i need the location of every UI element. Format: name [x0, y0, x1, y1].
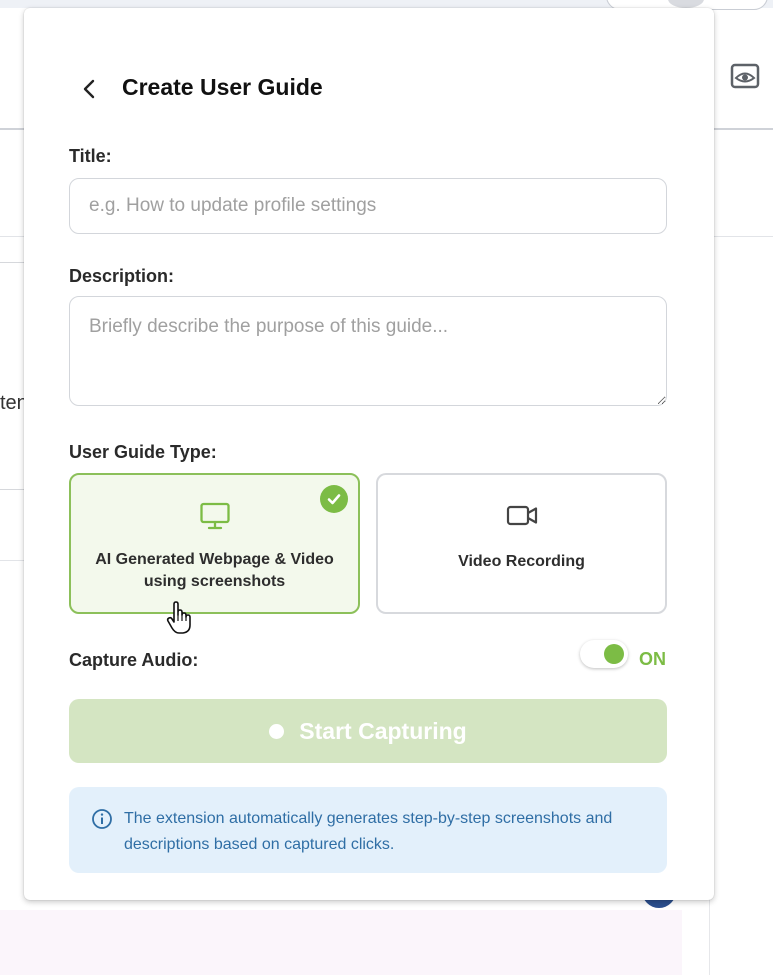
guide-type-ai-generated-card[interactable]: AI Generated Webpage & Video using scree…: [69, 473, 360, 614]
start-capturing-button[interactable]: Start Capturing: [69, 699, 667, 763]
hand-cursor-icon: [166, 601, 191, 634]
info-text: The extension automatically generates st…: [124, 810, 613, 853]
description-label: Description:: [69, 266, 175, 286]
selected-check-icon: [320, 485, 348, 513]
page-title: Create User Guide: [122, 74, 323, 100]
back-button[interactable]: [76, 76, 102, 102]
guide-type-video-label: Video Recording: [458, 553, 585, 570]
guide-type-ai-label: AI Generated Webpage & Video using scree…: [95, 551, 334, 590]
info-notice: The extension automatically generates st…: [69, 787, 667, 873]
toggle-knob: [604, 644, 624, 664]
info-icon: [92, 809, 112, 829]
monitor-icon: [199, 502, 230, 530]
capture-audio-label: Capture Audio:: [69, 650, 199, 670]
chevron-left-icon: [83, 79, 95, 99]
guide-type-label: User Guide Type:: [69, 442, 217, 462]
guide-type-video-recording-card[interactable]: Video Recording: [376, 473, 667, 614]
eye-icon[interactable]: [730, 61, 760, 91]
start-capturing-label: Start Capturing: [299, 717, 467, 744]
record-dot-icon: [269, 723, 285, 739]
capture-audio-toggle[interactable]: [580, 640, 628, 668]
capture-audio-state: ON: [639, 649, 666, 669]
background-bottom-band: [0, 910, 682, 975]
title-label: Title:: [69, 146, 112, 166]
title-input[interactable]: [69, 178, 667, 234]
description-textarea[interactable]: [69, 296, 667, 406]
video-camera-icon: [506, 505, 537, 526]
